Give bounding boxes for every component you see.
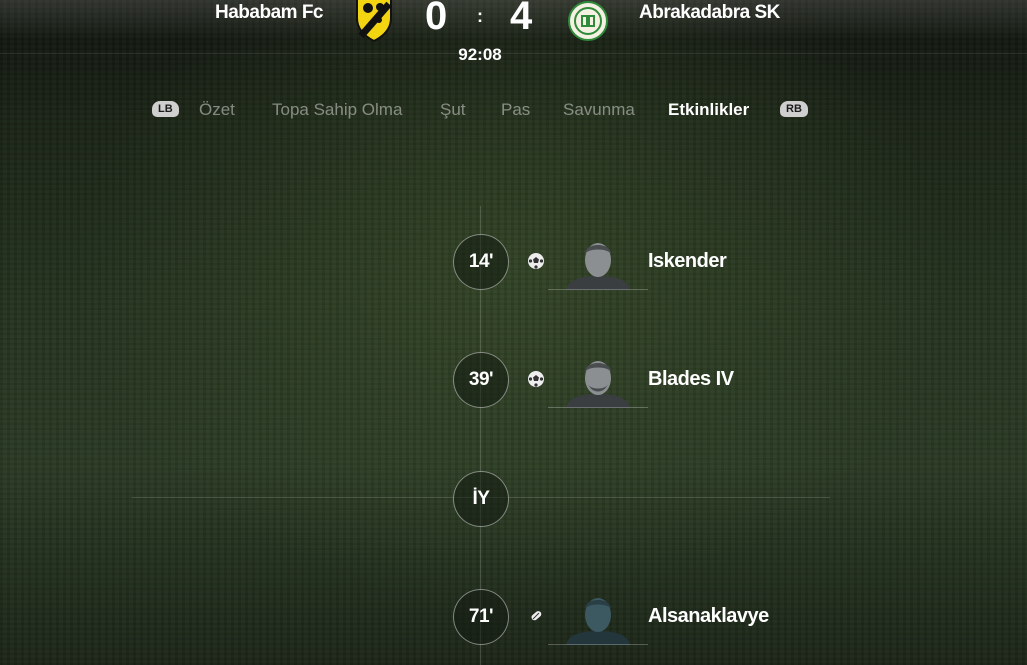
away-team-crest-icon xyxy=(568,1,608,46)
player-avatar xyxy=(548,591,648,645)
score-separator: : xyxy=(477,6,483,26)
event-player-name: Iskender xyxy=(648,250,727,272)
timeline-event[interactable]: 14' Iskender xyxy=(0,234,1027,294)
header-divider xyxy=(0,53,1027,54)
half-time-label: İY xyxy=(453,471,509,527)
event-player-name: Blades IV xyxy=(648,368,734,390)
tab-sut[interactable]: Şut xyxy=(440,100,466,120)
tab-pas[interactable]: Pas xyxy=(501,100,530,120)
home-score: 0 xyxy=(425,0,448,38)
away-team-name: Abrakadabra SK xyxy=(639,2,780,23)
event-minute: 71' xyxy=(453,589,509,645)
event-player-name: Alsanaklavye xyxy=(648,605,769,627)
tab-ozet[interactable]: Özet xyxy=(199,100,235,120)
timeline-event[interactable]: 39' Blades IV xyxy=(0,352,1027,412)
player-avatar xyxy=(548,354,648,408)
goal-ball-icon xyxy=(527,370,545,388)
tab-etkinlikler[interactable]: Etkinlikler xyxy=(668,100,749,120)
substitution-icon xyxy=(527,607,545,625)
stats-tab-bar: LB Özet Topa Sahip Olma Şut Pas Savunma … xyxy=(0,100,1027,122)
match-clock: 92:08 xyxy=(458,45,502,64)
player-avatar xyxy=(548,236,648,290)
lb-button-icon[interactable]: LB xyxy=(152,101,179,117)
tab-topa-sahip-olma[interactable]: Topa Sahip Olma xyxy=(272,100,402,120)
tab-savunma[interactable]: Savunma xyxy=(563,100,635,120)
event-minute: 39' xyxy=(453,352,509,408)
timeline-event[interactable]: 71' Alsanaklavye xyxy=(0,589,1027,649)
home-team-crest-icon xyxy=(355,0,393,47)
half-time-marker: İY xyxy=(0,471,1027,531)
rb-button-icon[interactable]: RB xyxy=(780,101,808,117)
event-minute: 14' xyxy=(453,234,509,290)
goal-ball-icon xyxy=(527,252,545,270)
away-score: 4 xyxy=(510,0,533,38)
home-team-name: Hababam Fc xyxy=(215,2,323,23)
